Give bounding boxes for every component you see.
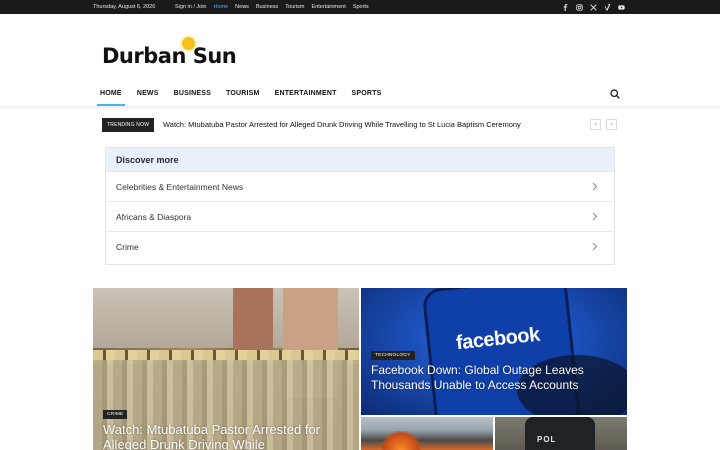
discover-item[interactable]: Crime: [106, 232, 614, 262]
featured-article-technology[interactable]: facebook TECHNOLOGY Facebook Down: Globa…: [361, 288, 627, 415]
vimeo-icon[interactable]: [604, 3, 611, 11]
nav-tourism[interactable]: TOURISM: [226, 86, 260, 106]
trending-badge: TRENDING NOW: [102, 118, 155, 132]
page: Thursday, August 6, 2026 Sign in / Join …: [0, 0, 720, 450]
top-link-sports[interactable]: Sports: [353, 4, 369, 10]
article-image-vest: [525, 417, 595, 450]
top-bar: Thursday, August 6, 2026 Sign in / Join …: [0, 0, 720, 14]
top-link-tourism[interactable]: Tourism: [285, 4, 304, 10]
article-image-fire: [381, 431, 421, 450]
discover-item[interactable]: Celebrities & Entertainment News: [106, 172, 614, 202]
site-name: Durban Sun: [102, 44, 237, 68]
facebook-icon[interactable]: [562, 3, 569, 11]
nav-news[interactable]: NEWS: [137, 86, 159, 106]
main-nav: HOME NEWS BUSINESS TOURISM ENTERTAINMENT…: [93, 86, 627, 106]
trending-next-button[interactable]: ›: [606, 119, 617, 130]
chevron-right-icon: [592, 242, 598, 251]
x-icon[interactable]: [590, 3, 597, 11]
discover-title: Discover more: [106, 148, 614, 172]
article-title[interactable]: Watch: Mtubatuba Pastor Arrested for All…: [103, 422, 343, 450]
current-date: Thursday, August 6, 2026: [93, 4, 156, 10]
discover-item-label: Crime: [116, 242, 139, 252]
nav-divider: [0, 106, 720, 110]
top-link-home[interactable]: Home: [214, 4, 229, 10]
social-links: [562, 2, 625, 11]
top-link-entertainment[interactable]: Entertainment: [312, 4, 346, 10]
featured-article-crime[interactable]: CRIME Watch: Mtubatuba Pastor Arrested f…: [93, 288, 359, 450]
discover-item[interactable]: Africans & Diaspora: [106, 202, 614, 232]
discover-more-panel: Discover more Celebrities & Entertainmen…: [105, 147, 615, 265]
top-link-news[interactable]: News: [235, 4, 249, 10]
trending-headline[interactable]: Watch: Mtubatuba Pastor Arrested for All…: [163, 120, 521, 129]
sign-in-link[interactable]: Sign in / Join: [175, 4, 207, 10]
chevron-right-icon: [592, 182, 598, 191]
article-thumbnail-police[interactable]: POL: [495, 417, 627, 450]
article-image-vest-text: POL: [537, 435, 557, 444]
chevron-right-icon: [592, 212, 598, 221]
top-link-business[interactable]: Business: [256, 4, 278, 10]
nav-business[interactable]: BUSINESS: [174, 86, 211, 106]
trending-prev-button[interactable]: ‹: [590, 119, 601, 130]
search-icon[interactable]: [610, 89, 620, 99]
top-links: Sign in / Join Home News Business Touris…: [175, 4, 369, 10]
article-thumbnail-fire[interactable]: [361, 417, 493, 450]
site-logo[interactable]: Durban Sun: [102, 37, 237, 70]
category-badge[interactable]: TECHNOLOGY: [371, 351, 415, 360]
nav-home[interactable]: HOME: [97, 86, 125, 106]
category-badge[interactable]: CRIME: [103, 410, 128, 419]
nav-entertainment[interactable]: ENTERTAINMENT: [275, 86, 337, 106]
youtube-icon[interactable]: [618, 4, 625, 11]
nav-sports[interactable]: SPORTS: [352, 86, 382, 106]
article-title[interactable]: Facebook Down: Global Outage Leaves Thou…: [371, 363, 601, 393]
discover-item-label: Africans & Diaspora: [116, 212, 192, 222]
instagram-icon[interactable]: [576, 3, 583, 11]
discover-item-label: Celebrities & Entertainment News: [116, 182, 244, 192]
